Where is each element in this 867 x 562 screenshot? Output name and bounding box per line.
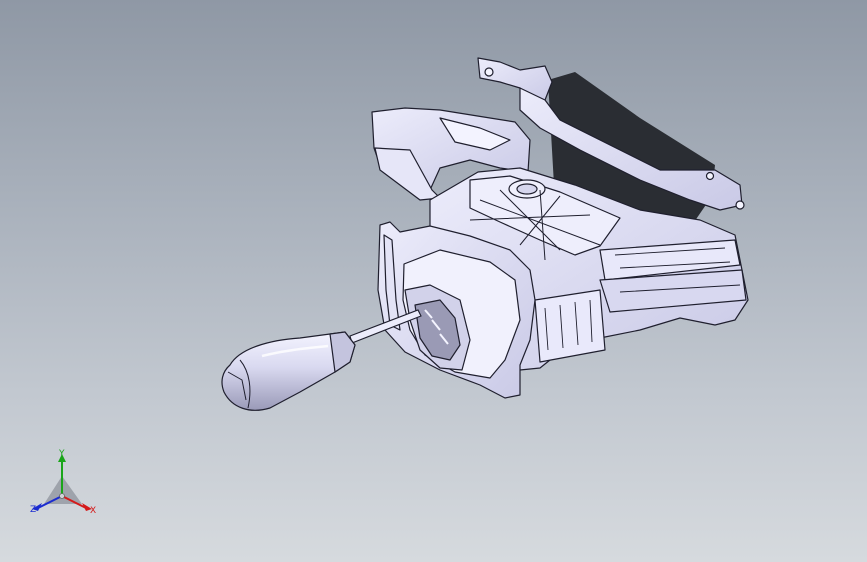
shift-knob[interactable] — [221, 331, 356, 411]
triad-x-label: X — [90, 506, 97, 516]
triad-origin — [59, 493, 65, 499]
triad-y-label: Y — [59, 449, 65, 459]
cad-viewport[interactable]: Y Z X — [0, 0, 867, 562]
gear-shifter-model[interactable] — [0, 0, 867, 562]
triad-z-label: Z — [30, 505, 37, 515]
